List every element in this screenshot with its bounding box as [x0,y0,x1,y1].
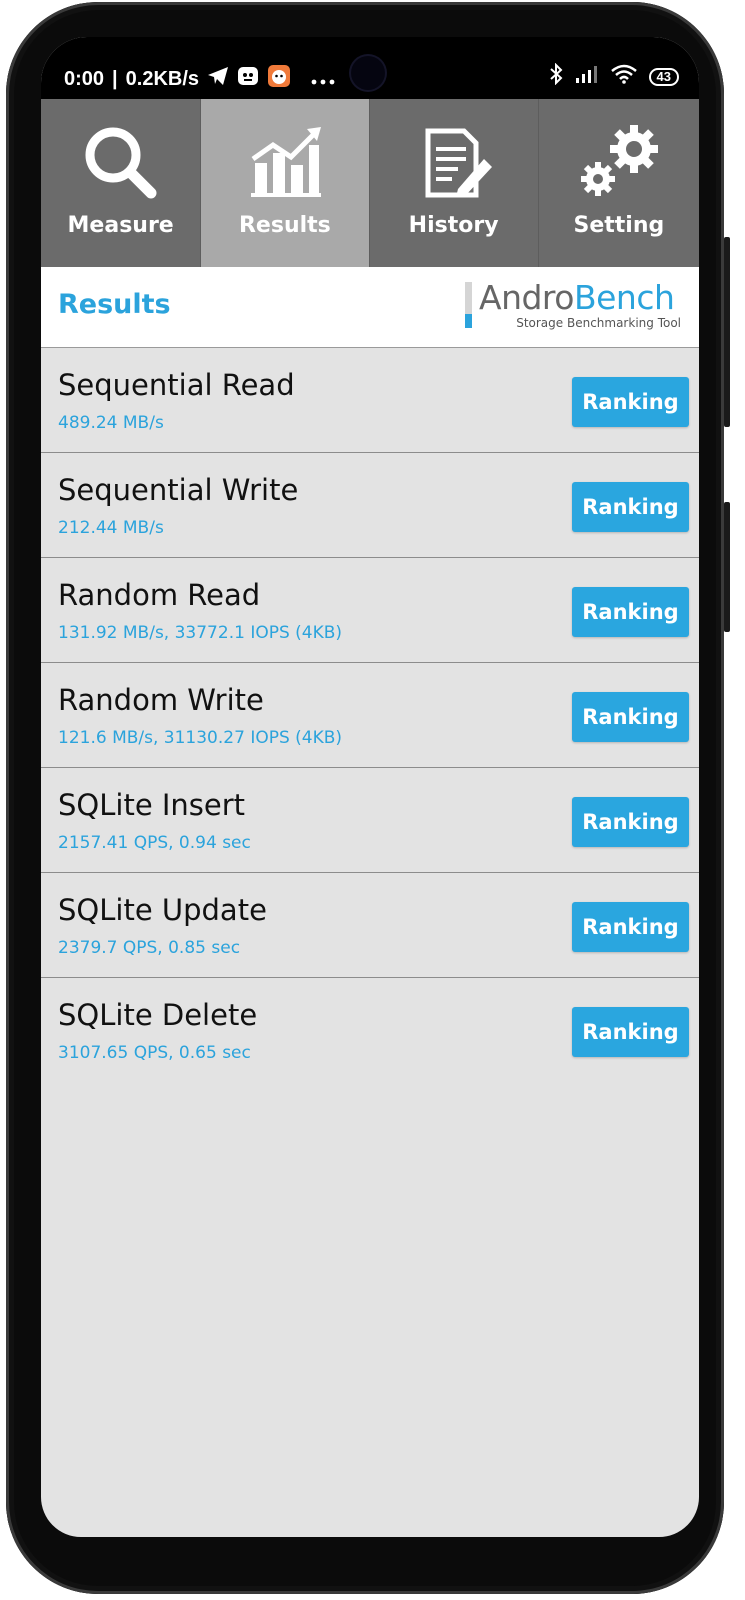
result-name: Sequential Read [58,368,295,402]
tab-label: History [408,213,499,238]
bluetooth-icon [549,62,563,91]
status-bar: 0:00 | 0.2KB/s 43 [41,37,699,99]
ranking-button[interactable]: Ranking [572,902,689,952]
result-value: 489.24 MB/s [58,413,164,433]
tab-label: Measure [67,213,174,238]
result-row-random-read: Random Read 131.92 MB/s, 33772.1 IOPS (4… [41,558,699,663]
magnifier-icon [85,127,157,199]
status-time: 0:00 [64,67,105,90]
tab-results[interactable]: Results [201,99,370,267]
logo-subtitle: Storage Benchmarking Tool [516,316,681,330]
status-speed: 0.2KB/s [125,67,200,90]
result-row-sequential-read: Sequential Read 489.24 MB/s Ranking [41,348,699,453]
battery-icon: 43 [648,68,679,86]
result-name: SQLite Delete [58,998,258,1032]
result-name: Sequential Write [58,473,299,507]
app-icon [237,65,259,93]
androbench-logo: AndroBench Storage Benchmarking Tool [465,278,687,334]
ranking-button[interactable]: Ranking [572,377,689,427]
ranking-button[interactable]: Ranking [572,587,689,637]
cat-icon [267,64,291,94]
result-value: 212.44 MB/s [58,518,164,538]
front-camera [351,56,385,90]
ranking-button[interactable]: Ranking [572,1007,689,1057]
gears-icon [580,125,658,196]
ranking-button[interactable]: Ranking [572,797,689,847]
tab-bar: Measure Results History Setting [41,99,699,267]
wifi-icon [610,64,637,90]
result-row-sequential-write: Sequential Write 212.44 MB/s Ranking [41,453,699,558]
telegram-icon [207,66,229,92]
page-title: Results [58,289,171,320]
result-row-sqlite-insert: SQLite Insert 2157.41 QPS, 0.94 sec Rank… [41,768,699,873]
tab-measure[interactable]: Measure [41,99,202,267]
result-value: 131.92 MB/s, 33772.1 IOPS (4KB) [58,623,343,643]
phone-frame: 0:00 | 0.2KB/s 43 Measure Results Histor… [6,2,730,1594]
result-name: SQLite Update [58,893,267,927]
result-row-random-write: Random Write 121.6 MB/s, 31130.27 IOPS (… [41,663,699,768]
power-button [724,502,730,632]
result-name: Random Read [58,578,261,612]
result-row-sqlite-delete: SQLite Delete 3107.65 QPS, 0.65 sec Rank… [41,978,699,1082]
result-row-sqlite-update: SQLite Update 2379.7 QPS, 0.85 sec Ranki… [41,873,699,978]
result-value: 2157.41 QPS, 0.94 sec [58,833,251,853]
chart-icon [250,127,321,197]
ranking-button[interactable]: Ranking [572,482,689,532]
result-name: SQLite Insert [58,788,246,822]
screen: 0:00 | 0.2KB/s 43 Measure Results Histor… [41,37,699,1537]
ranking-button[interactable]: Ranking [572,692,689,742]
result-value: 3107.65 QPS, 0.65 sec [58,1043,251,1063]
tab-label: Setting [573,213,665,238]
document-icon [425,128,492,198]
result-value: 121.6 MB/s, 31130.27 IOPS (4KB) [58,728,343,748]
results-list: Sequential Read 489.24 MB/s Ranking Sequ… [41,348,699,1082]
result-value: 2379.7 QPS, 0.85 sec [58,938,241,958]
signal-icon [575,65,599,89]
tab-history[interactable]: History [369,99,539,267]
result-name: Random Write [58,683,264,717]
tab-setting[interactable]: Setting [538,99,699,267]
tab-label: Results [238,213,331,238]
page-header: Results AndroBench Storage Benchmarking … [41,267,699,348]
more-dots-icon [311,68,335,91]
volume-button [724,237,730,427]
